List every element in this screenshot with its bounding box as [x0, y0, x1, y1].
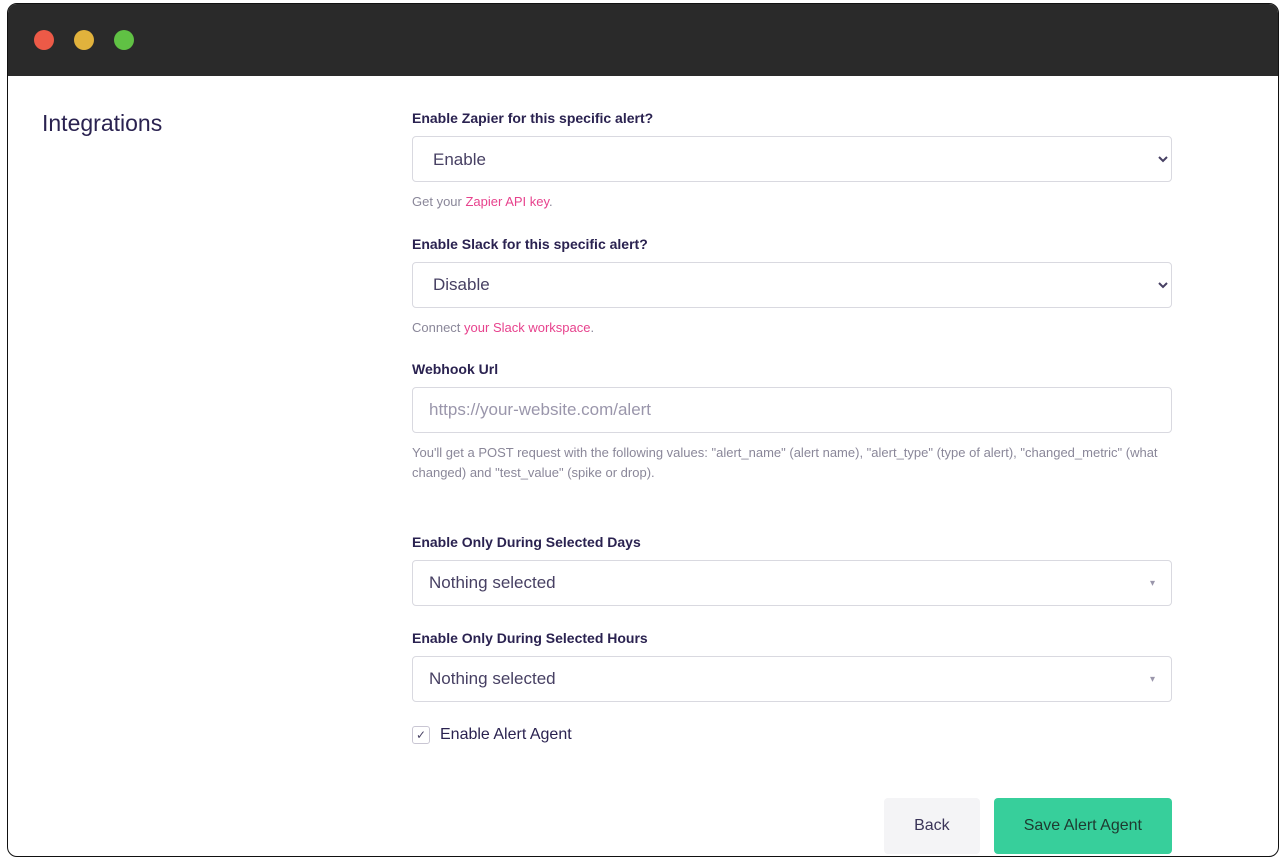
check-icon: ✓ [416, 728, 426, 742]
hours-label: Enable Only During Selected Hours [412, 630, 1172, 646]
section-side: Integrations [42, 110, 412, 854]
maximize-icon[interactable] [114, 30, 134, 50]
slack-workspace-link[interactable]: your Slack workspace [464, 320, 590, 335]
hours-value: Nothing selected [429, 669, 556, 689]
section-title: Integrations [42, 110, 412, 137]
webhook-help: You'll get a POST request with the follo… [412, 443, 1172, 482]
save-button[interactable]: Save Alert Agent [994, 798, 1172, 854]
content: Integrations Enable Zapier for this spec… [8, 76, 1278, 857]
zapier-help-suffix: . [549, 194, 553, 209]
enable-agent-row: ✓ Enable Alert Agent [412, 726, 1172, 744]
field-webhook: Webhook Url You'll get a POST request wi… [412, 361, 1172, 482]
slack-select[interactable]: Disable [412, 262, 1172, 308]
slack-label: Enable Slack for this specific alert? [412, 236, 1172, 252]
form: Enable Zapier for this specific alert? E… [412, 110, 1172, 854]
field-days: Enable Only During Selected Days Nothing… [412, 534, 1172, 606]
window: Integrations Enable Zapier for this spec… [7, 3, 1279, 857]
zapier-help: Get your Zapier API key. [412, 192, 1172, 212]
titlebar [8, 4, 1278, 76]
footer: Back Save Alert Agent [412, 798, 1172, 854]
webhook-input[interactable] [412, 387, 1172, 433]
close-icon[interactable] [34, 30, 54, 50]
days-label: Enable Only During Selected Days [412, 534, 1172, 550]
zapier-label: Enable Zapier for this specific alert? [412, 110, 1172, 126]
enable-agent-label: Enable Alert Agent [440, 726, 572, 744]
hours-select[interactable]: Nothing selected ▾ [412, 656, 1172, 702]
enable-agent-checkbox[interactable]: ✓ [412, 726, 430, 744]
days-select[interactable]: Nothing selected ▾ [412, 560, 1172, 606]
slack-help-suffix: . [591, 320, 595, 335]
slack-help: Connect your Slack workspace. [412, 318, 1172, 338]
zapier-api-key-link[interactable]: Zapier API key [465, 194, 549, 209]
back-button[interactable]: Back [884, 798, 980, 854]
zapier-help-prefix: Get your [412, 194, 465, 209]
chevron-down-icon: ▾ [1150, 674, 1155, 685]
zapier-select[interactable]: Enable [412, 136, 1172, 182]
chevron-down-icon: ▾ [1150, 578, 1155, 589]
webhook-label: Webhook Url [412, 361, 1172, 377]
minimize-icon[interactable] [74, 30, 94, 50]
days-value: Nothing selected [429, 573, 556, 593]
slack-help-prefix: Connect [412, 320, 464, 335]
field-slack: Enable Slack for this specific alert? Di… [412, 236, 1172, 338]
field-zapier: Enable Zapier for this specific alert? E… [412, 110, 1172, 212]
field-hours: Enable Only During Selected Hours Nothin… [412, 630, 1172, 702]
